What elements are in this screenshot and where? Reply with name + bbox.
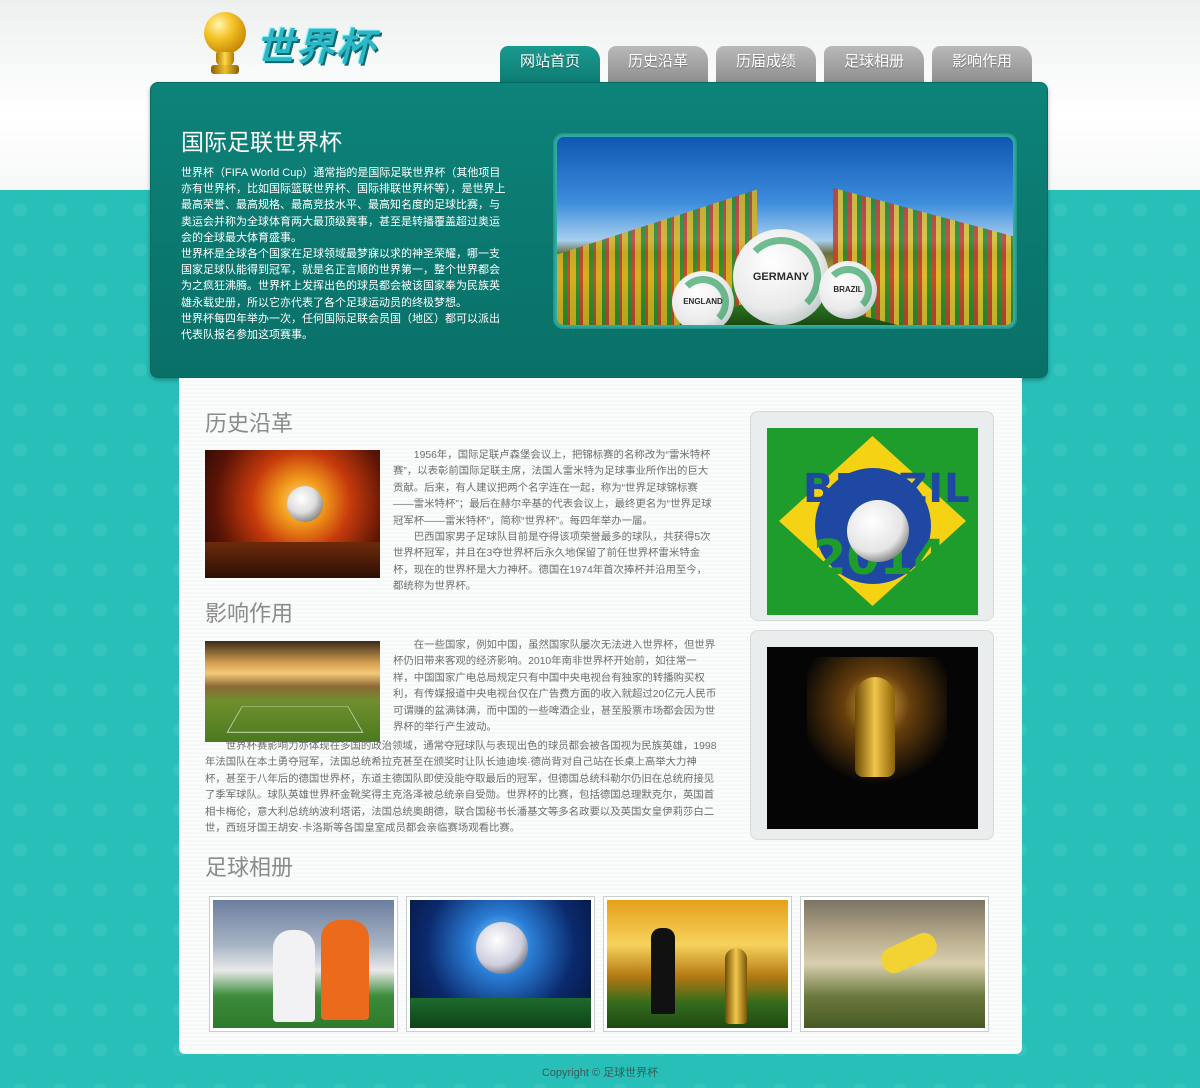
trophy-image [767, 647, 978, 829]
hero-paragraph: 世界杯是全球各个国家在足球领域最梦寐以求的神圣荣耀，哪一支国家足球队能得到冠军，… [181, 248, 500, 309]
influence-paragraph: 世界杯赛影响力亦体现在多国的政治领域，通常夺冠球队与表现出色的球员都会被各国视为… [205, 741, 717, 835]
ball-germany: GERMANY [733, 229, 829, 325]
nav-tab-home[interactable]: 网站首页 [500, 46, 600, 82]
hero-text: 世界杯（FIFA World Cup）通常指的是国际足联世界杯（其他项目亦有世界… [181, 165, 507, 343]
footer-copyright: Copyright © 足球世界杯 [541, 1067, 659, 1079]
history-paragraph: 巴西国家男子足球队目前是夺得该项荣誉最多的球队，共获得5次世界杯冠军，并且在3夺… [393, 532, 711, 593]
logo-text: 世界杯 [256, 23, 377, 69]
gallery-photo[interactable] [406, 896, 595, 1032]
main-nav: 网站首页 历史沿革 历届成绩 足球相册 影响作用 [500, 46, 1040, 82]
ball-england: ENGLAND [672, 271, 734, 325]
brazil-2014-image: BRAZIL 2014 [767, 428, 978, 615]
history-paragraph: 1956年，国际足联卢森堡会议上，把锦标赛的名称改为“雷米特杯赛”，以表彰前国际… [393, 450, 712, 527]
fire-ball-image [205, 450, 380, 578]
hero-title: 国际足联世界杯 [181, 129, 342, 155]
hero-banner: 国际足联世界杯 世界杯（FIFA World Cup）通常指的是国际足联世界杯（… [150, 82, 1048, 378]
content-panel: 历史沿革 1956年，国际足联卢森堡会议上，把锦标赛的名称改为“雷米特杯赛”，以… [179, 378, 1022, 1054]
gallery-photo[interactable] [603, 896, 792, 1032]
nav-tab-influence[interactable]: 影响作用 [932, 46, 1032, 82]
hero-image-frame: ENGLAND GERMANY BRAZIL [553, 133, 1017, 329]
ball-brazil: BRAZIL [819, 261, 877, 319]
nav-tab-results[interactable]: 历届成绩 [716, 46, 816, 82]
gallery-photo[interactable] [209, 896, 398, 1032]
nav-tab-history[interactable]: 历史沿革 [608, 46, 708, 82]
hero-paragraph: 世界杯每四年举办一次，任何国际足联会员国（地区）都可以派出代表队报名参加这项赛事… [181, 312, 500, 342]
influence-paragraph: 在一些国家，例如中国，虽然国家队屡次无法进入世界杯，但世界杯仍旧带来客观的经济影… [393, 640, 717, 734]
stadium-image [205, 641, 380, 742]
gallery-photo[interactable] [800, 896, 989, 1032]
trophy-icon [202, 10, 248, 76]
nav-tab-album[interactable]: 足球相册 [824, 46, 924, 82]
hero-paragraph: 世界杯（FIFA World Cup）通常指的是国际足联世界杯（其他项目亦有世界… [181, 167, 506, 244]
site-logo[interactable]: 世界杯 [202, 8, 376, 78]
history-title: 历史沿革 [205, 411, 294, 436]
influence-title: 影响作用 [205, 601, 294, 626]
stadium-balls-image: ENGLAND GERMANY BRAZIL [557, 137, 1013, 325]
album-title: 足球相册 [205, 855, 294, 880]
